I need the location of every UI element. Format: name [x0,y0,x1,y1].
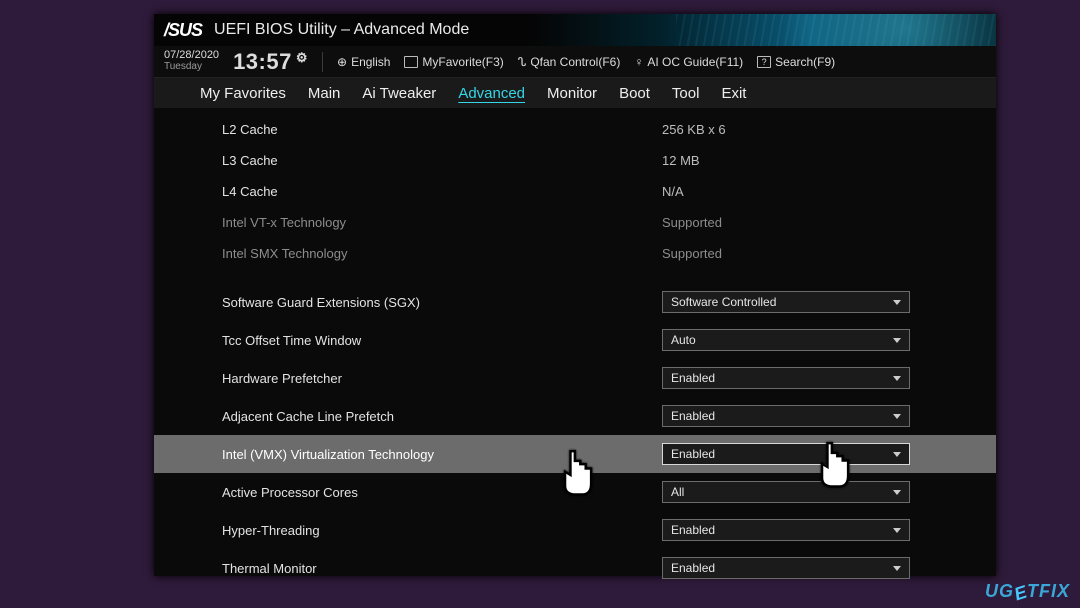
info-row: L2 Cache256 KB x 6 [154,114,996,145]
day-text: Tuesday [164,62,219,73]
chevron-down-icon [893,300,901,305]
setting-row-intel-vmx-virtualization-technology[interactable]: Intel (VMX) Virtualization Technology Ena… [154,435,996,473]
date-block: 07/28/2020 Tuesday [164,50,219,72]
setting-dropdown[interactable]: All [662,481,910,503]
dropdown-value: Enabled [671,561,715,575]
setting-label: Adjacent Cache Line Prefetch [222,409,662,424]
info-label: Intel VT-x Technology [222,215,662,230]
chevron-down-icon [893,566,901,571]
menu-tab-main[interactable]: Main [308,85,341,102]
setting-dropdown[interactable]: Enabled [662,367,910,389]
qfan-button[interactable]: ᔐQfan Control(F6) [518,55,621,69]
search-label: Search(F9) [775,55,835,69]
chevron-down-icon [893,338,901,343]
info-row: L4 CacheN/A [154,176,996,207]
setting-dropdown[interactable]: Enabled [662,443,910,465]
clock: 13:57 ⚙ [233,49,308,75]
menu-tab-ai-tweaker[interactable]: Ai Tweaker [362,85,436,102]
info-row: Intel VT-x TechnologySupported [154,207,996,238]
language-label: English [351,55,390,69]
setting-label: Tcc Offset Time Window [222,333,662,348]
watermark-post: TFIX [1027,581,1070,601]
fan-icon: ᔐ [518,55,527,69]
qfan-label: Qfan Control(F6) [530,55,620,69]
dropdown-value: All [671,485,684,499]
language-button[interactable]: ⊕ English [337,55,390,69]
setting-dropdown[interactable]: Software Controlled [662,291,910,313]
aioc-label: AI OC Guide(F11) [647,55,743,69]
chevron-down-icon [893,490,901,495]
menu-tab-advanced[interactable]: Advanced [458,85,525,102]
setting-label: Intel (VMX) Virtualization Technology [222,447,662,462]
setting-label: Hyper-Threading [222,523,662,538]
setting-dropdown[interactable]: Enabled [662,405,910,427]
chevron-down-icon [893,414,901,419]
chevron-down-icon [893,528,901,533]
setting-row-thermal-monitor[interactable]: Thermal Monitor Enabled [154,549,996,587]
info-value: Supported [662,215,722,230]
aioc-button[interactable]: ♀ AI OC Guide(F11) [634,55,743,69]
myfavorite-label: MyFavorite(F3) [422,55,503,69]
info-value: Supported [662,246,722,261]
setting-dropdown[interactable]: Enabled [662,557,910,579]
info-row: Intel SMX TechnologySupported [154,238,996,269]
menu-tab-monitor[interactable]: Monitor [547,85,597,102]
setting-row-adjacent-cache-line-prefetch[interactable]: Adjacent Cache Line Prefetch Enabled [154,397,996,435]
setting-dropdown[interactable]: Auto [662,329,910,351]
dropdown-value: Enabled [671,371,715,385]
dropdown-value: Enabled [671,447,715,461]
menu-tab-my-favorites[interactable]: My Favorites [200,85,286,102]
dropdown-value: Software Controlled [671,295,776,309]
globe-icon: ⊕ [337,55,347,69]
setting-row-hyper-threading[interactable]: Hyper-Threading Enabled [154,511,996,549]
info-value: N/A [662,184,684,199]
setting-row-active-processor-cores[interactable]: Active Processor Cores All [154,473,996,511]
menu-tab-exit[interactable]: Exit [721,85,746,102]
setting-row-hardware-prefetcher[interactable]: Hardware Prefetcher Enabled [154,359,996,397]
info-value: 12 MB [662,153,700,168]
bios-header: /SUS UEFI BIOS Utility – Advanced Mode [154,14,996,46]
settings-panel: L2 Cache256 KB x 6L3 Cache12 MBL4 CacheN… [154,108,996,587]
watermark-pre: UG [985,581,1014,601]
gear-icon[interactable]: ⚙ [296,50,308,66]
dropdown-value: Enabled [671,523,715,537]
bios-title: UEFI BIOS Utility – Advanced Mode [214,21,469,39]
myfavorite-button[interactable]: MyFavorite(F3) [404,55,503,69]
page-icon [404,56,418,68]
menu-tab-tool[interactable]: Tool [672,85,700,102]
clock-time: 13:57 [233,49,292,75]
question-icon: ? [757,56,771,68]
setting-label: Active Processor Cores [222,485,662,500]
setting-label: Thermal Monitor [222,561,662,576]
setting-row-tcc-offset-time-window[interactable]: Tcc Offset Time Window Auto [154,321,996,359]
info-row: L3 Cache12 MB [154,145,996,176]
info-value: 256 KB x 6 [662,122,726,137]
info-label: L3 Cache [222,153,662,168]
status-bar: 07/28/2020 Tuesday 13:57 ⚙ ⊕ English MyFa… [154,46,996,78]
chevron-down-icon [893,376,901,381]
watermark: UGETFIX [985,581,1070,602]
info-label: L2 Cache [222,122,662,137]
info-label: L4 Cache [222,184,662,199]
chevron-down-icon [893,452,901,457]
separator [322,52,323,72]
info-label: Intel SMX Technology [222,246,662,261]
main-menu: My Favorites Main Ai Tweaker Advanced Monito… [154,78,996,108]
setting-label: Hardware Prefetcher [222,371,662,386]
setting-label: Software Guard Extensions (SGX) [222,295,662,310]
brand-logo: /SUS [164,20,202,41]
dropdown-value: Auto [671,333,696,347]
dropdown-value: Enabled [671,409,715,423]
search-button[interactable]: ? Search(F9) [757,55,835,69]
setting-dropdown[interactable]: Enabled [662,519,910,541]
menu-tab-boot[interactable]: Boot [619,85,650,102]
bulb-icon: ♀ [634,55,643,69]
bios-window: /SUS UEFI BIOS Utility – Advanced Mode 0… [154,14,996,576]
setting-row-software-guard-extensions-sgx-[interactable]: Software Guard Extensions (SGX) Software … [154,283,996,321]
